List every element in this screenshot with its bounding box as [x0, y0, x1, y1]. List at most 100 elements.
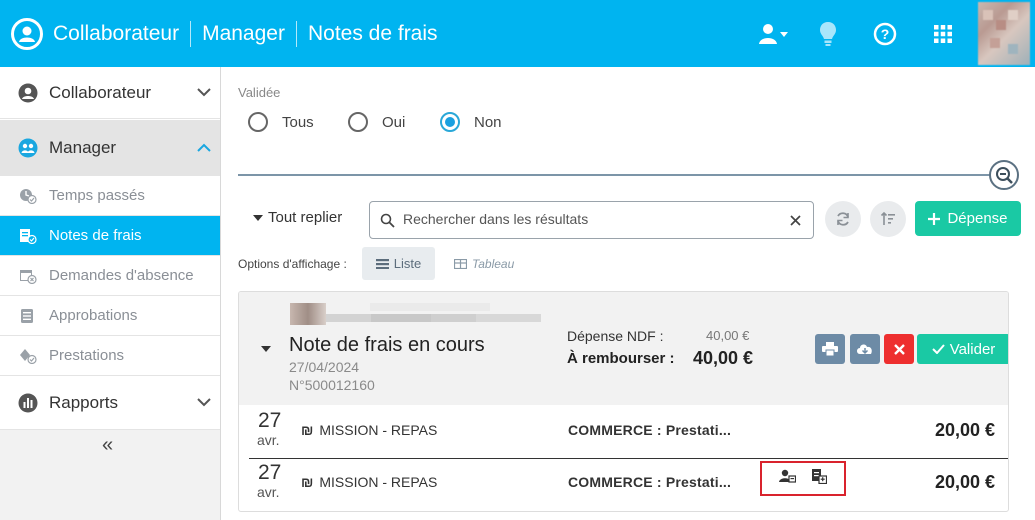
zoom-out-icon: [996, 167, 1013, 184]
collapse-all-button[interactable]: Tout replier: [253, 209, 342, 226]
diamond-check-icon: [19, 348, 37, 364]
plus-icon: [928, 212, 941, 225]
display-options-label: Options d'affichage :: [238, 257, 347, 271]
collapse-note-icon[interactable]: [261, 343, 271, 355]
main-content: Validée Tous Oui Non Tout replier Dépens…: [222, 67, 1035, 520]
filter-label: Validée: [238, 85, 281, 100]
expense-report-header: Note de frais en cours 27/04/2024 N°5000…: [239, 292, 1008, 405]
sidebar-item-label: Notes de frais: [49, 227, 142, 244]
sidebar-item-collaborateur[interactable]: Collaborateur: [0, 67, 220, 119]
radio-circle-selected[interactable]: [440, 112, 460, 132]
rembourser-label: À rembourser :: [567, 350, 675, 367]
sidebar-item-label: Collaborateur: [49, 82, 152, 102]
view-tableau-button[interactable]: Tableau: [454, 257, 514, 271]
line-description: COMMERCE : Prestati...: [568, 422, 732, 438]
zoom-out-button[interactable]: [989, 160, 1019, 190]
print-icon: [822, 342, 838, 356]
sidebar-item-label: Prestations: [49, 347, 125, 364]
clear-search-icon: [790, 215, 801, 226]
sort-icon: [880, 211, 895, 225]
validate-button[interactable]: Valider: [917, 334, 1008, 364]
line-actions-highlight: [760, 461, 846, 496]
line-amount: 20,00 €: [935, 472, 996, 492]
lightbulb-icon[interactable]: [818, 20, 838, 48]
collapse-sidebar-button[interactable]: «: [102, 434, 113, 457]
radio-label: Oui: [382, 113, 406, 131]
cloud-download-icon: [857, 344, 872, 355]
radio-tous[interactable]: Tous: [248, 112, 314, 132]
list-view-icon: [375, 258, 389, 269]
help-icon[interactable]: ?: [873, 20, 897, 48]
depense-label: Dépense NDF :: [567, 328, 664, 344]
sidebar-item-approbations[interactable]: Approbations: [0, 295, 220, 335]
view-liste-button[interactable]: Liste: [362, 247, 435, 280]
download-button[interactable]: [850, 334, 880, 364]
line-month: avr.: [257, 484, 280, 500]
check-icon: [931, 344, 945, 354]
note-title: Note de frais en cours: [289, 334, 485, 356]
sidebar-item-demandes-absence[interactable]: Demandes d'absence: [0, 255, 220, 295]
app-logo-icon[interactable]: [11, 18, 43, 50]
employee-name-redacted: [290, 300, 545, 330]
sidebar-item-notes-de-frais[interactable]: Notes de frais: [0, 215, 220, 255]
search-box[interactable]: [369, 201, 814, 239]
user-circle-icon: [18, 83, 38, 103]
refresh-button[interactable]: [825, 201, 861, 237]
avatar[interactable]: [978, 2, 1030, 65]
rembourser-value: 40,00 €: [693, 348, 754, 368]
collapse-all-label: Tout replier: [268, 209, 343, 226]
radio-circle[interactable]: [248, 112, 268, 132]
caret-down-icon: [253, 214, 263, 221]
line-amount: 20,00 €: [935, 420, 996, 440]
breadcrumb-manager[interactable]: Manager: [202, 22, 285, 46]
breadcrumb-collaborateur[interactable]: Collaborateur: [53, 22, 179, 46]
refresh-icon: [837, 212, 849, 226]
note-number: N°500012160: [289, 377, 375, 393]
sidebar-item-label: Demandes d'absence: [49, 267, 194, 284]
reject-button[interactable]: [884, 334, 914, 364]
chevron-down-icon: [197, 85, 211, 100]
sidebar-item-rapports[interactable]: Rapports: [0, 375, 220, 430]
radio-non[interactable]: Non: [440, 112, 502, 132]
receipt-check-icon: [19, 228, 37, 244]
depense-value: 40,00 €: [706, 328, 750, 343]
search-input[interactable]: [403, 211, 783, 227]
chart-icon: [18, 393, 38, 413]
line-description: COMMERCE : Prestati...: [568, 474, 732, 490]
sidebar-item-manager[interactable]: Manager: [0, 120, 220, 176]
line-day: 27: [258, 461, 282, 484]
assign-user-icon[interactable]: [779, 469, 797, 488]
note-date: 27/04/2024: [289, 359, 360, 375]
breadcrumb-notes-de-frais[interactable]: Notes de frais: [308, 22, 438, 46]
add-expense-button[interactable]: Dépense: [915, 201, 1021, 236]
sidebar: Collaborateur Manager Temps passés Notes…: [0, 67, 221, 520]
sidebar-item-temps-passes[interactable]: Temps passés: [0, 175, 220, 215]
sidebar-item-label: Temps passés: [49, 187, 145, 204]
view-tableau-label: Tableau: [472, 257, 515, 271]
line-month: avr.: [257, 432, 280, 448]
view-liste-label: Liste: [393, 256, 422, 271]
print-button[interactable]: [815, 334, 845, 364]
breadcrumb-separator: [190, 20, 192, 47]
svg-text:?: ?: [881, 26, 890, 42]
expense-line[interactable]: 27 avr. ₪ MISSION - REPAS COMMERCE : Pre…: [249, 406, 1008, 458]
line-nature: ₪ MISSION - REPAS: [301, 422, 437, 438]
sort-button[interactable]: [870, 201, 906, 237]
sidebar-footer: «: [0, 430, 220, 520]
add-expense-label: Dépense: [947, 210, 1008, 227]
line-nature: ₪ MISSION - REPAS: [301, 474, 437, 490]
user-menu-icon[interactable]: [757, 20, 791, 48]
radio-oui[interactable]: Oui: [348, 112, 405, 132]
list-icon: [19, 308, 37, 324]
attach-document-icon[interactable]: [811, 468, 827, 489]
search-icon: [380, 213, 395, 228]
expense-line[interactable]: 27 avr. ₪ MISSION - REPAS COMMERCE : Pre…: [249, 458, 1008, 510]
sidebar-item-prestations[interactable]: Prestations: [0, 335, 220, 375]
radio-circle[interactable]: [348, 112, 368, 132]
line-nature-label: MISSION - REPAS: [319, 474, 438, 490]
sidebar-item-label: Rapports: [49, 392, 118, 412]
apps-grid-icon[interactable]: [933, 20, 953, 48]
nature-icon: ₪: [301, 422, 314, 438]
breadcrumb-separator: [295, 20, 297, 47]
calendar-x-icon: [19, 268, 37, 284]
